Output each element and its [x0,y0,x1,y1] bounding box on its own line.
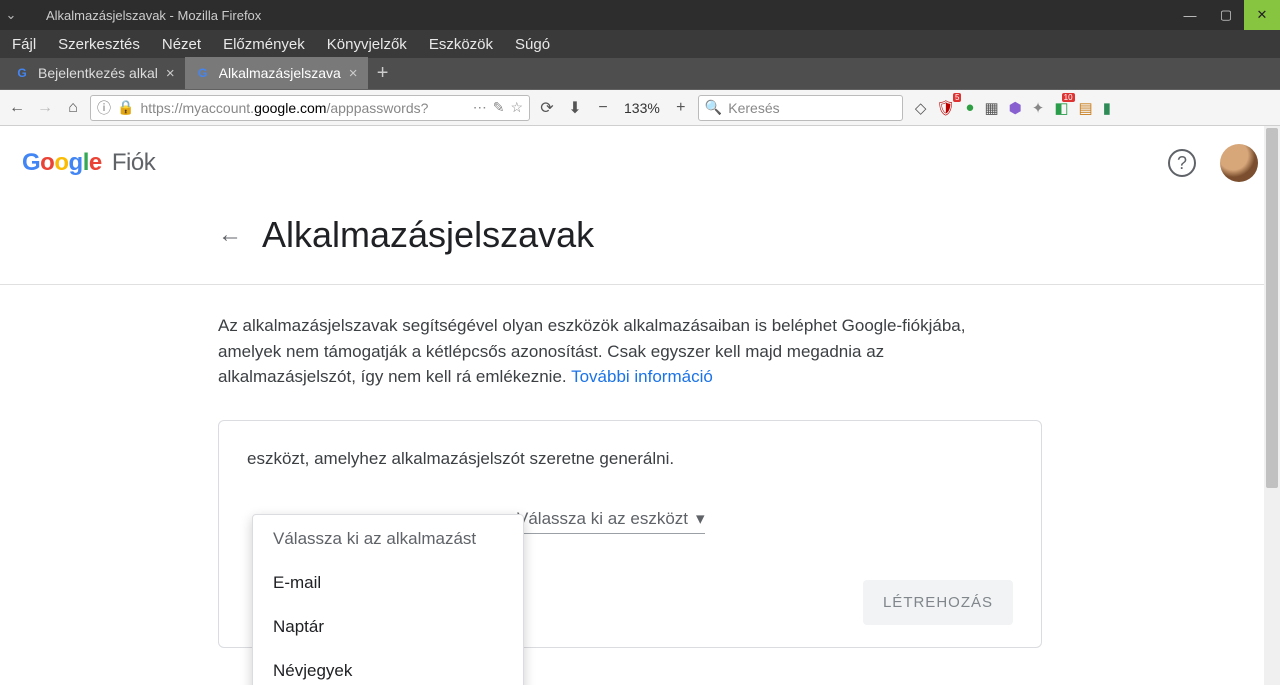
nav-back-button[interactable]: ← [6,97,28,119]
card-instruction: eszközt, amelyhez alkalmazásjelszót szer… [247,449,1013,469]
browser-tab-2[interactable]: G Alkalmazásjelszava × [185,57,368,89]
window-maximize-button[interactable]: ▢ [1208,0,1244,30]
zoom-level: 133% [620,100,664,116]
addon-icons: ◇ 🛡 ● ▦ ⬢ ✦ ◧ ▤ ▮ [909,99,1111,117]
tab-title: Bejelentkezés alkal [38,65,158,81]
google-header: Google Fiók ? [0,126,1280,200]
menu-view[interactable]: Nézet [162,36,201,53]
browser-tab-1[interactable]: G Bejelentkezés alkal × [4,57,185,89]
device-select-label: Válassza ki az eszközt [517,509,688,529]
more-info-link[interactable]: További információ [571,367,713,386]
bookmark-star-icon[interactable]: ☆ [510,99,523,116]
addon-icon-1[interactable]: ● [965,99,974,116]
zoom-out-button[interactable]: − [592,97,614,119]
app-select-dropdown: Válassza ki az alkalmazást E-mail Naptár… [252,514,524,685]
scrollbar-thumb[interactable] [1266,128,1278,488]
page-title: Alkalmazásjelszavak [262,214,594,256]
nav-home-button[interactable]: ⌂ [62,97,84,119]
url-text: https://myaccount.google.com/apppassword… [140,100,428,116]
app-menu-caret-icon[interactable]: ⌄ [0,7,22,23]
reader-mode-icon[interactable]: ✎ [493,99,505,116]
addon-icon-7[interactable]: ▮ [1103,99,1111,117]
addon-icon-3[interactable]: ⬢ [1009,99,1022,117]
tab-close-icon[interactable]: × [349,65,358,82]
dropdown-item-contacts[interactable]: Névjegyek [253,649,523,685]
favicon-google-icon: G [14,65,30,81]
tab-close-icon[interactable]: × [166,65,175,82]
search-bar[interactable]: 🔍 Keresés [698,95,903,121]
account-suffix: Fiók [112,149,155,176]
google-logo[interactable]: Google Fiók [22,149,155,177]
menu-edit[interactable]: Szerkesztés [58,36,140,53]
page-viewport: Google Fiók ? ← Alkalmazásjelszavak Az a… [0,126,1280,685]
addon-icon-2[interactable]: ▦ [984,99,998,117]
tab-title: Alkalmazásjelszava [219,65,341,81]
dropdown-header: Válassza ki az alkalmazást [253,515,523,561]
browser-navbar: ← → ⌂ ⓘ 🔒 https://myaccount.google.com/a… [0,90,1280,126]
page-body: Az alkalmazásjelszavak segítségével olya… [0,285,1060,648]
lock-icon: 🔒 [117,99,134,116]
chevron-down-icon: ▾ [696,509,705,529]
dropdown-item-email[interactable]: E-mail [253,561,523,605]
site-info-icon[interactable]: ⓘ [97,98,111,118]
window-minimize-button[interactable]: — [1172,0,1208,30]
menu-help[interactable]: Súgó [515,36,550,53]
device-select[interactable]: Válassza ki az eszközt ▾ [517,509,705,534]
window-titlebar: ⌄ Alkalmazásjelszavak - Mozilla Firefox … [0,0,1280,30]
favicon-google-icon: G [195,65,211,81]
dropdown-item-calendar[interactable]: Naptár [253,605,523,649]
page-back-button[interactable]: ← [218,221,242,249]
tabstrip: G Bejelentkezés alkal × G Alkalmazásjels… [0,58,1280,90]
account-avatar[interactable] [1220,144,1258,182]
page-title-row: ← Alkalmazásjelszavak [0,200,1280,284]
nav-forward-button[interactable]: → [34,97,56,119]
search-placeholder: Keresés [728,100,779,116]
window-title: Alkalmazásjelszavak - Mozilla Firefox [22,8,261,23]
ublock-icon[interactable]: 🛡 [936,99,955,117]
menu-file[interactable]: Fájl [12,36,36,53]
create-button[interactable]: LÉTREHOZÁS [863,580,1013,625]
search-icon: 🔍 [705,99,722,116]
nav-reload-button[interactable]: ⟳ [536,97,558,119]
addon-icon-5[interactable]: ◧ [1054,99,1068,117]
help-icon[interactable]: ? [1168,149,1196,177]
window-close-button[interactable]: ✕ [1244,0,1280,30]
pocket-icon[interactable]: ◇ [915,99,927,117]
addon-icon-6[interactable]: ▤ [1079,99,1093,117]
menu-bookmarks[interactable]: Könyvjelzők [327,36,407,53]
url-bar[interactable]: ⓘ 🔒 https://myaccount.google.com/apppass… [90,95,530,121]
url-more-icon[interactable]: ⋯ [473,99,487,116]
downloads-icon[interactable]: ⬇ [564,97,586,119]
vertical-scrollbar[interactable] [1264,126,1280,685]
page-description: Az alkalmazásjelszavak segítségével olya… [218,313,1018,390]
zoom-in-button[interactable]: + [670,97,692,119]
menubar: Fájl Szerkesztés Nézet Előzmények Könyvj… [0,30,1280,58]
menu-tools[interactable]: Eszközök [429,36,493,53]
addon-icon-4[interactable]: ✦ [1032,99,1045,117]
new-tab-button[interactable]: + [368,57,398,89]
menu-history[interactable]: Előzmények [223,36,305,53]
